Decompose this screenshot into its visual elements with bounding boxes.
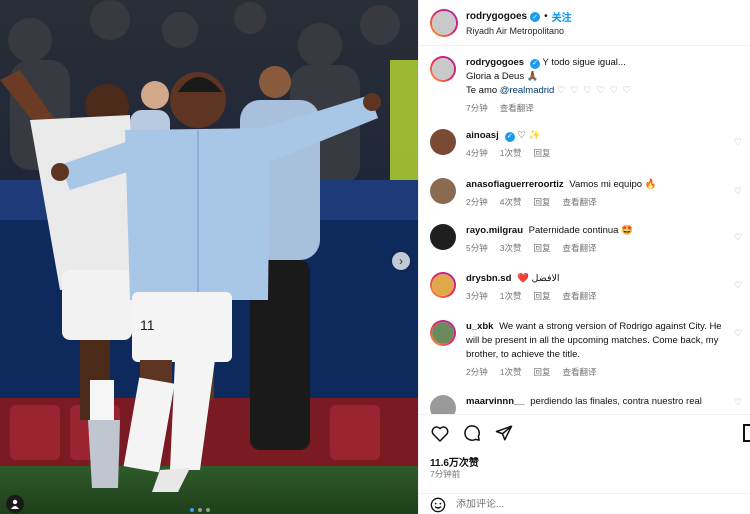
heart-icon [431, 425, 449, 442]
comment-item: maarvinnn__ perdiendo las finales, contr… [430, 395, 748, 414]
commenter-avatar[interactable] [430, 272, 456, 298]
verified-icon: ✓ [504, 132, 515, 142]
comment-time: 3分钟 [466, 291, 488, 301]
comment-item: ainoasj ✓ ♡ ✨ 4分钟 1次赞 回复 ♡ [430, 129, 748, 160]
comment-text: Vamos mi equipo 🔥 [569, 179, 657, 190]
reply-button[interactable]: 回复 [533, 195, 550, 209]
translate-button[interactable]: 查看翻译 [562, 289, 596, 303]
carousel-dot [190, 508, 194, 512]
comment-likes[interactable]: 3次赞 [500, 241, 522, 255]
comment-username[interactable]: drysbn.sd [466, 273, 511, 284]
comment-text: Paternidade continua 🤩 [528, 225, 633, 236]
comment-text: perdiendo las finales, contra nuestro re… [530, 396, 702, 407]
caption-line1: Y todo sigue igual... [542, 57, 626, 68]
post-photo[interactable]: 11 › [0, 0, 418, 514]
translate-button[interactable]: 查看翻译 [562, 195, 596, 209]
comment-likes[interactable]: 1次赞 [500, 365, 522, 379]
comment-like-icon[interactable]: ♡ [734, 186, 742, 197]
likes-count[interactable]: 11.6万次赞 [430, 454, 479, 469]
caption-hearts: ♡ ♡ ♡ ♡ ♡ ♡ [556, 85, 633, 96]
comment-item: anasofiaguerreroortiz Vamos mi equipo 🔥 … [430, 178, 748, 209]
add-comment-bar [419, 493, 750, 514]
post-panel: rodrygogoes ✓ • 关注 Riyadh Air Metropolit… [418, 0, 750, 514]
commenter-avatar[interactable] [430, 395, 456, 414]
carousel-dots [190, 508, 210, 512]
post-header: rodrygogoes ✓ • 关注 Riyadh Air Metropolit… [419, 0, 750, 46]
send-icon [495, 425, 513, 441]
comment-item: rayo.milgrau Paternidade continua 🤩 5分钟 3… [430, 224, 748, 255]
location-link[interactable]: Riyadh Air Metropolitano [466, 26, 572, 36]
comment-input[interactable] [456, 499, 716, 510]
comment-like-icon[interactable]: ♡ [734, 280, 742, 291]
comment-username[interactable]: u_xbk [466, 321, 493, 332]
user-icon [11, 499, 19, 509]
reply-button[interactable]: 回复 [533, 146, 550, 160]
caption-time: 7分钟 [466, 103, 488, 113]
emoji-icon[interactable] [430, 497, 446, 513]
caption-line3: Te amo [466, 85, 498, 96]
photo-scene: 11 [0, 0, 418, 514]
caption-line2: Gloria a Deus 🙏🏾 [466, 71, 539, 82]
next-photo-button[interactable]: › [392, 252, 410, 270]
comment-text: ♡ ✨ [517, 130, 541, 141]
author-avatar[interactable] [430, 56, 456, 82]
verified-icon: ✓ [530, 59, 541, 69]
comment-text: We want a strong version of Rodrigo agai… [466, 321, 722, 360]
verified-icon: ✓ [530, 11, 541, 22]
comment-time: 5分钟 [466, 243, 488, 253]
comment-item: drysbn.sd ❤️ الافضل 3分钟 1次赞 回复 查看翻译 ♡ [430, 272, 748, 303]
reply-button[interactable]: 回复 [533, 241, 550, 255]
comment-likes[interactable]: 1次赞 [500, 289, 522, 303]
comment-like-icon[interactable]: ♡ [734, 328, 742, 339]
comment-like-icon[interactable]: ♡ [734, 137, 742, 148]
translate-button[interactable]: 查看翻译 [562, 241, 596, 255]
comment-like-icon[interactable]: ♡ [734, 397, 742, 408]
author-avatar[interactable] [430, 9, 458, 37]
comment-likes[interactable]: 4次赞 [500, 195, 522, 209]
comment-username[interactable]: anasofiaguerreroortiz [466, 179, 564, 190]
comment-time: 2分钟 [466, 197, 488, 207]
comments-list[interactable]: rodrygogoes ✓ Y todo sigue igual... Glori… [419, 46, 750, 414]
carousel-dot [206, 508, 210, 512]
separator: • [544, 11, 548, 22]
mention-link[interactable]: @realmadrid [500, 85, 555, 96]
comment-text: ❤️ الافضل [517, 273, 560, 284]
commenter-avatar[interactable] [430, 224, 456, 250]
post-actions: 11.6万次赞 7分钟前 [419, 414, 750, 514]
caption-username[interactable]: rodrygogoes [466, 57, 524, 68]
commenter-avatar[interactable] [430, 320, 456, 346]
carousel-dot [198, 508, 202, 512]
translate-button[interactable]: 查看翻译 [500, 101, 534, 115]
comment-item: u_xbk We want a strong version of Rodrig… [430, 320, 748, 379]
translate-button[interactable]: 查看翻译 [562, 365, 596, 379]
comment-username[interactable]: maarvinnn__ [466, 396, 525, 407]
caption: rodrygogoes ✓ Y todo sigue igual... Glori… [430, 56, 748, 115]
author-username[interactable]: rodrygogoes [466, 11, 527, 22]
reply-button[interactable]: 回复 [533, 365, 550, 379]
comment-time: 4分钟 [466, 148, 488, 158]
save-button[interactable] [743, 424, 750, 442]
tagged-users-button[interactable] [6, 495, 24, 513]
commenter-avatar[interactable] [430, 129, 456, 155]
jersey-number: 11 [140, 317, 155, 333]
like-button[interactable] [430, 423, 450, 443]
comment-username[interactable]: rayo.milgrau [466, 225, 523, 236]
comment-button[interactable] [462, 423, 482, 443]
share-button[interactable] [494, 423, 514, 443]
follow-button[interactable]: 关注 [552, 9, 572, 24]
comment-time: 2分钟 [466, 367, 488, 377]
comment-likes[interactable]: 1次赞 [500, 146, 522, 160]
comment-like-icon[interactable]: ♡ [734, 232, 742, 243]
comment-icon [464, 425, 480, 441]
comment-username[interactable]: ainoasj [466, 130, 499, 141]
commenter-avatar[interactable] [430, 178, 456, 204]
reply-button[interactable]: 回复 [533, 289, 550, 303]
posted-time: 7分钟前 [430, 469, 461, 479]
